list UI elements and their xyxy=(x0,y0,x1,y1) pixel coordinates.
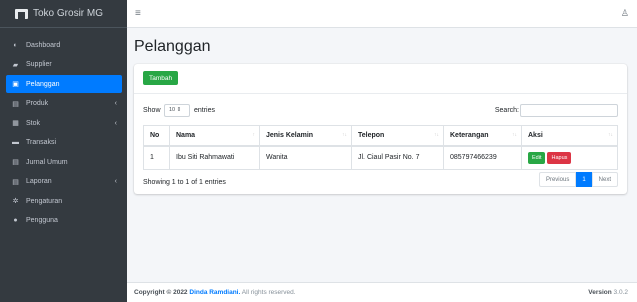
search-label: Search: xyxy=(494,107,519,114)
table-info: Showing 1 to 1 of 1 entries xyxy=(143,179,226,186)
chevron-left-icon: ‹ xyxy=(114,100,117,107)
sidebar-item-stok[interactable]: ▦ Stok ‹ xyxy=(6,114,122,132)
column-header[interactable]: Telepon ↑↓ xyxy=(351,125,444,147)
cash-icon: ▬ xyxy=(12,139,19,146)
column-header-label: Jenis Kelamin xyxy=(266,131,314,139)
users-icon: ● xyxy=(13,217,18,224)
customer-table: No Nama ↑ Jenis Kelamin ↑↓ Telepon ↑↓ Keteranga… xyxy=(143,125,618,170)
sidebar: Toko Grosir MG ◐ Dashboard ▰ Supplier ▣ Pelan… xyxy=(0,0,127,302)
sidebar-item-label: Pelanggan xyxy=(26,80,60,88)
file-icon: ▤ xyxy=(12,178,19,186)
cell-actions: Edit Hapus xyxy=(521,145,618,170)
column-header-label: Aksi xyxy=(528,131,543,139)
table-body: 1 Ibu Siti Rahmawati Wanita Jl. Ciaul Pasir… xyxy=(143,145,618,170)
box-icon: ▤ xyxy=(12,100,19,108)
dashboard-icon: ◐ xyxy=(13,41,18,49)
sidebar-item-pengaturan[interactable]: ✲ Pengaturan xyxy=(6,192,122,210)
cell-keterangan: 085797466239 xyxy=(443,145,522,170)
entries-label: entries xyxy=(194,107,216,114)
hamburger-icon[interactable]: ≡ xyxy=(135,8,141,19)
delete-button[interactable]: Hapus xyxy=(547,151,572,164)
cell-jenis-kelamin: Wanita xyxy=(259,145,352,170)
boxes-icon: ▦ xyxy=(12,120,19,127)
page-1-button[interactable]: 1 xyxy=(576,172,592,187)
sort-icon: ↑↓ xyxy=(608,132,613,138)
column-header-label: Keterangan xyxy=(450,131,489,139)
edit-button[interactable]: Edit xyxy=(528,151,546,164)
book-icon: ▤ xyxy=(12,159,19,166)
column-header-label: Nama xyxy=(176,131,196,139)
copyright-text: Copyright © 2022 Dinda Ramdiani. All rig… xyxy=(134,289,296,296)
store-logo-icon xyxy=(15,8,28,19)
copyright-prefix: Copyright © 2022 xyxy=(134,289,188,296)
sidebar-item-transaksi[interactable]: ▬ Transaksi xyxy=(6,134,122,152)
brand-link[interactable]: Toko Grosir MG xyxy=(0,0,127,28)
sidebar-item-pengguna[interactable]: ● Pengguna xyxy=(6,212,122,230)
truck-icon: ▰ xyxy=(12,61,19,69)
cell-no: 1 xyxy=(143,145,170,170)
page-length-select[interactable]: 10 ⇕ xyxy=(164,104,190,117)
sidebar-item-pelanggan[interactable]: ▣ Pelanggan xyxy=(6,75,122,93)
column-header[interactable]: No xyxy=(143,125,170,147)
sidebar-item-label: Produk xyxy=(26,100,49,107)
sidebar-item-label: Jurnal Umum xyxy=(26,158,68,166)
pagination: Previous 1 Next xyxy=(538,172,618,187)
version-text: Version 3.0.2 xyxy=(588,289,628,296)
add-button[interactable]: Tambah xyxy=(143,71,179,85)
cell-telepon: Jl. Ciaul Pasir No. 7 xyxy=(351,145,444,170)
page-title: Pelanggan xyxy=(134,38,211,55)
chevron-updown-icon: ⇕ xyxy=(176,107,182,113)
sidebar-item-jurnal-umum[interactable]: ▤ Jurnal Umum xyxy=(6,153,122,171)
version-label: Version xyxy=(588,289,612,296)
sort-icon: ↑↓ xyxy=(434,132,439,138)
column-header[interactable]: Aksi ↑↓ xyxy=(521,125,618,147)
cell-nama: Ibu Siti Rahmawati xyxy=(169,145,260,170)
top-navbar: ≡ ♙ xyxy=(127,0,637,28)
user-icon[interactable]: ♙ xyxy=(621,8,629,19)
table-controls: Show 10 ⇕ entries Search: xyxy=(143,104,618,118)
sidebar-item-laporan[interactable]: ▤ Laporan ‹ xyxy=(6,173,122,191)
sidebar-item-label: Stok xyxy=(26,119,41,127)
previous-page-button[interactable]: Previous xyxy=(538,172,577,187)
sidebar-item-supplier[interactable]: ▰ Supplier xyxy=(6,56,122,74)
brand-name: Toko Grosir MG xyxy=(33,8,104,19)
column-header[interactable]: Keterangan ↑↓ xyxy=(443,125,522,147)
table-header-row: No Nama ↑ Jenis Kelamin ↑↓ Telepon ↑↓ Keteranga… xyxy=(143,125,618,147)
sidebar-item-produk[interactable]: ▤ Produk ‹ xyxy=(6,95,122,113)
sort-icon: ↑↓ xyxy=(342,132,347,138)
sort-icon: ↑ xyxy=(252,132,256,138)
column-header-label: No xyxy=(150,131,160,139)
sort-icon: ↑↓ xyxy=(512,132,517,138)
version-value: 3.0.2 xyxy=(613,289,628,296)
sidebar-nav: ◐ Dashboard ▰ Supplier ▣ Pelanggan ▤ Produk ‹ ▦ St… xyxy=(0,28,127,230)
author-link[interactable]: Dinda Ramdiani. xyxy=(189,289,240,296)
sidebar-item-label: Laporan xyxy=(26,178,52,185)
chevron-left-icon: ‹ xyxy=(114,178,117,185)
column-header[interactable]: Jenis Kelamin ↑↓ xyxy=(259,125,352,147)
card-header: Tambah xyxy=(134,64,627,94)
gear-icon: ✲ xyxy=(12,198,19,205)
sidebar-item-label: Pengguna xyxy=(26,217,58,224)
footer: Copyright © 2022 Dinda Ramdiani. All rig… xyxy=(127,282,637,302)
main-content: Pelanggan Tambah Show 10 ⇕ entries Searc… xyxy=(127,28,637,282)
rights-text: All rights reserved. xyxy=(241,289,296,296)
next-page-button[interactable]: Next xyxy=(591,172,618,187)
search-input[interactable] xyxy=(520,104,618,117)
column-header[interactable]: Nama ↑ xyxy=(169,125,260,147)
sidebar-item-dashboard[interactable]: ◐ Dashboard xyxy=(6,36,122,54)
user-icon: ▣ xyxy=(12,81,19,88)
sidebar-item-label: Pengaturan xyxy=(26,197,63,205)
column-header-label: Telepon xyxy=(358,131,385,139)
page-length-value: 10 xyxy=(169,107,176,113)
table-row: 1 Ibu Siti Rahmawati Wanita Jl. Ciaul Pasir… xyxy=(143,145,618,170)
sidebar-item-label: Dashboard xyxy=(26,41,61,49)
show-label: Show xyxy=(143,107,161,114)
sidebar-item-label: Supplier xyxy=(26,61,52,68)
chevron-left-icon: ‹ xyxy=(114,119,117,127)
customer-card: Tambah Show 10 ⇕ entries Search: No Nama ↑… xyxy=(134,64,627,194)
sidebar-item-label: Transaksi xyxy=(26,139,57,146)
